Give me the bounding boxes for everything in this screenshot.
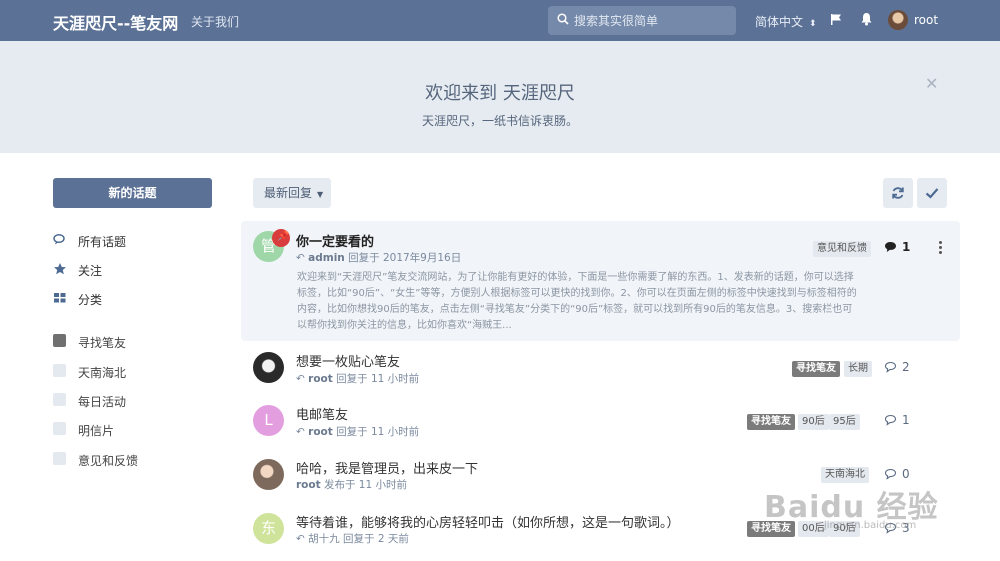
author-name: root bbox=[308, 426, 333, 438]
reply-count: 2 bbox=[884, 360, 910, 374]
discussion-item[interactable]: 管 📌 你一定要看的 ↶ admin 回复于 2017年9月16日 欢迎来到“天… bbox=[241, 221, 960, 341]
nav-label: 分类 bbox=[78, 293, 103, 307]
reply-icon: ↶ bbox=[296, 533, 305, 545]
tag-color-swatch bbox=[53, 334, 66, 347]
pin-icon: 📌 bbox=[272, 229, 290, 247]
grid-icon bbox=[53, 291, 67, 305]
discussion-item[interactable]: L 电邮笔友 ↶ root 回复于 11 小时前 寻找笔友 90后 95后 1 bbox=[241, 399, 960, 449]
action-time: 回复于 11 小时前 bbox=[336, 426, 420, 438]
site-title[interactable]: 天涯咫尺--笔友网 bbox=[53, 10, 178, 34]
sort-label: 最新回复 bbox=[264, 186, 313, 200]
author-name: root bbox=[308, 373, 333, 385]
more-options-icon[interactable] bbox=[939, 241, 943, 255]
close-icon[interactable]: ✕ bbox=[925, 74, 938, 93]
welcome-hero: 欢迎来到 天涯咫尺 天涯咫尺，一纸书信诉衷肠。 ✕ bbox=[0, 41, 1000, 153]
action-time: 回复于 11 小时前 bbox=[336, 373, 420, 385]
action-time: 回复于 2 天前 bbox=[343, 533, 409, 545]
language-label: 简体中文 bbox=[755, 15, 804, 29]
search-icon bbox=[557, 13, 569, 28]
refresh-icon bbox=[892, 187, 904, 199]
nav-label: 所有话题 bbox=[78, 235, 127, 249]
user-name[interactable]: root bbox=[914, 13, 938, 27]
action-time: 回复于 2017年9月16日 bbox=[348, 252, 462, 264]
hero-subtitle: 天涯咫尺，一纸书信诉衷肠。 bbox=[421, 114, 578, 128]
discussion-title[interactable]: 你一定要看的 bbox=[296, 231, 374, 250]
reply-count: 1 bbox=[884, 240, 910, 254]
top-navbar: 天涯咫尺--笔友网 关于我们 简体中文 ⬍ root bbox=[0, 0, 1000, 41]
baidu-watermark: Baidu 经验 jingyan.baidu.com bbox=[764, 470, 944, 540]
tag-color-swatch bbox=[53, 422, 66, 435]
hero-title: 欢迎来到 天涯咫尺 bbox=[425, 83, 575, 104]
language-select[interactable]: 简体中文 ⬍ bbox=[755, 13, 817, 30]
tag-color-swatch bbox=[53, 452, 66, 465]
comment-icon bbox=[884, 361, 897, 373]
bell-icon[interactable] bbox=[860, 12, 873, 29]
discussion-title[interactable]: 想要一枚贴心笔友 bbox=[296, 351, 400, 370]
tag-badge[interactable]: 95后 bbox=[829, 414, 860, 430]
watermark-url: jingyan.baidu.com bbox=[824, 520, 917, 531]
reply-icon: ↶ bbox=[296, 426, 305, 438]
discussion-title[interactable]: 电邮笔友 bbox=[296, 404, 348, 423]
tag-label: 明信片 bbox=[78, 424, 115, 438]
discussion-meta: ↶ root 回复于 11 小时前 bbox=[296, 424, 419, 439]
tag-label: 天南海北 bbox=[78, 366, 127, 380]
author-name: 胡十九 bbox=[308, 533, 340, 545]
tag-color-swatch bbox=[53, 393, 66, 406]
star-icon bbox=[53, 262, 67, 276]
search-input[interactable] bbox=[574, 6, 732, 35]
mark-all-read-button[interactable] bbox=[917, 178, 947, 208]
author-avatar[interactable] bbox=[253, 459, 284, 490]
discussion-meta: ↶ 胡十九 回复于 2 天前 bbox=[296, 531, 409, 546]
flag-icon[interactable] bbox=[830, 13, 843, 29]
discussion-meta: root 发布于 11 小时前 bbox=[296, 477, 407, 492]
comment-filled-icon bbox=[885, 242, 896, 252]
discussion-item[interactable]: 想要一枚贴心笔友 ↶ root 回复于 11 小时前 寻找笔友 长期 2 bbox=[241, 345, 960, 395]
comment-icon bbox=[884, 414, 897, 426]
reply-count: 1 bbox=[884, 413, 910, 427]
discussion-meta: ↶ root 回复于 11 小时前 bbox=[296, 371, 419, 386]
discussion-excerpt: 欢迎来到“天涯咫尺”笔友交流网站，为了让你能有更好的体验，下面是一些你需要了解的… bbox=[297, 272, 857, 331]
refresh-button[interactable] bbox=[883, 178, 913, 208]
comments-icon bbox=[53, 233, 67, 247]
new-topic-button[interactable]: 新的话题 bbox=[53, 178, 212, 208]
discussion-title[interactable]: 等待着谁，能够将我的心房轻轻叩击（如你所想，这是一句歌词。） bbox=[296, 512, 680, 531]
author-avatar[interactable] bbox=[253, 352, 284, 383]
search-box[interactable] bbox=[548, 6, 736, 35]
sort-dropdown[interactable]: 最新回复 ▼ bbox=[253, 178, 331, 208]
tag-badge[interactable]: 意见和反馈 bbox=[813, 241, 871, 257]
tag-badge[interactable]: 长期 bbox=[844, 361, 872, 377]
tag-badge[interactable]: 90后 bbox=[798, 414, 829, 430]
tag-label: 意见和反馈 bbox=[78, 454, 139, 468]
author-name: admin bbox=[308, 252, 345, 264]
tag-label: 寻找笔友 bbox=[78, 336, 127, 350]
author-avatar[interactable]: 东 bbox=[253, 513, 284, 544]
tag-label: 每日活动 bbox=[78, 395, 127, 409]
tag-badge[interactable]: 寻找笔友 bbox=[792, 361, 840, 377]
author-avatar[interactable]: L bbox=[253, 405, 284, 436]
tag-color-swatch bbox=[53, 364, 66, 377]
discussion-meta: ↶ admin 回复于 2017年9月16日 bbox=[296, 250, 461, 265]
discussion-title[interactable]: 哈哈，我是管理员，出来皮一下 bbox=[296, 458, 478, 477]
reply-icon: ↶ bbox=[296, 373, 305, 385]
about-link[interactable]: 关于我们 bbox=[191, 13, 239, 30]
chevron-down-icon: ▼ bbox=[317, 190, 324, 199]
author-name: root bbox=[296, 479, 321, 491]
sort-caret-icon: ⬍ bbox=[809, 19, 817, 29]
action-time: 发布于 11 小时前 bbox=[323, 479, 408, 491]
nav-label: 关注 bbox=[78, 264, 103, 278]
tag-badge[interactable]: 寻找笔友 bbox=[747, 414, 795, 430]
reply-icon: ↶ bbox=[296, 252, 305, 264]
user-avatar[interactable] bbox=[888, 10, 908, 30]
check-icon bbox=[925, 188, 939, 199]
